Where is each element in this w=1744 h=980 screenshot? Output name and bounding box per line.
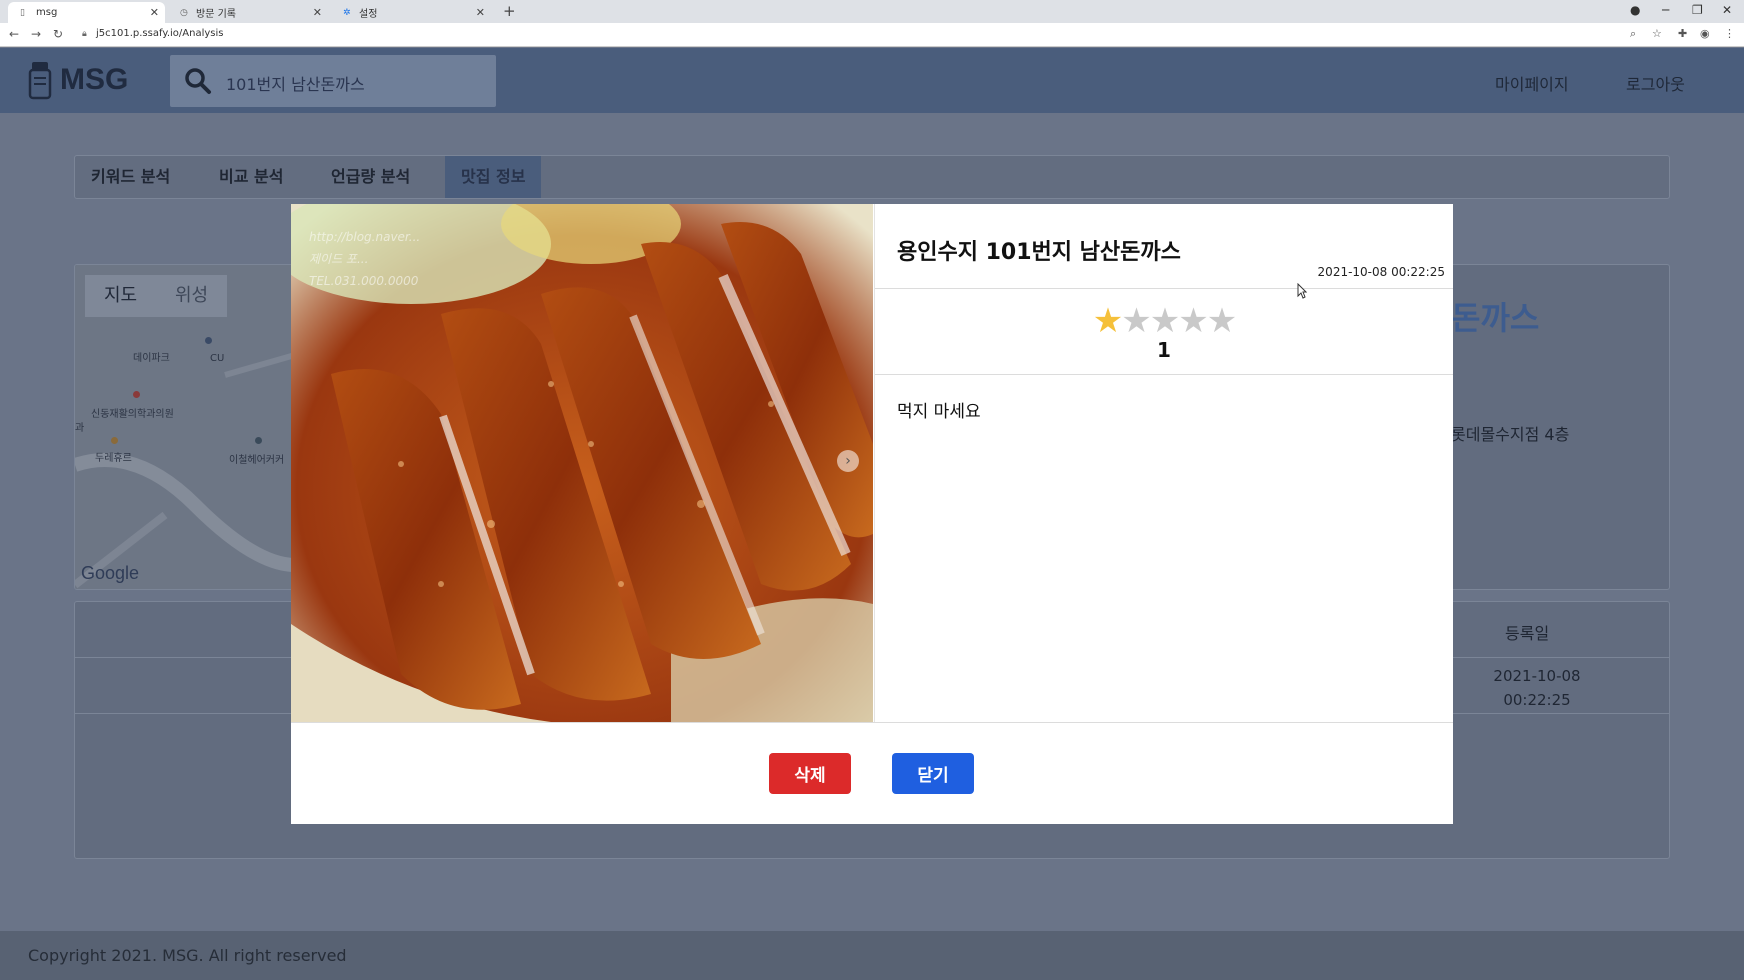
star-empty-icon: ★ [1149, 301, 1181, 341]
menu-kebab-icon[interactable]: ⋮ [1724, 27, 1735, 40]
map-place-label: CU [210, 353, 225, 364]
extensions-puzzle-icon[interactable]: ✚ [1678, 27, 1687, 40]
settings-gear-icon: ✲ [343, 7, 351, 18]
divider [875, 288, 1453, 289]
bookmark-star-icon[interactable]: ☆ [1652, 27, 1662, 40]
mouse-cursor-icon [1297, 283, 1307, 299]
hospital-marker-icon [133, 391, 140, 398]
map-place-label: 두레휴르 [95, 453, 132, 464]
review-time: 00:22:25 [1503, 691, 1571, 709]
close-tab-icon[interactable]: ✕ [313, 6, 322, 19]
address-bar: ← → ↻ 🔒︎ j5c101.p.ssafy.io/Analysis ⌕ ☆ … [0, 23, 1744, 47]
map-place-label: 신동재활의학과의원 [91, 409, 174, 420]
satellite-view-button[interactable]: 위성 [156, 275, 227, 317]
map[interactable]: 지도 위성 데이파크 CU 신동재활의학과의원 과 두레휴르 이철헤어커커 Go… [75, 265, 295, 589]
photo-watermark: http://blog.naver... 제이드 포... TEL.031.00… [309, 226, 420, 292]
review-date: 2021-10-08 [1493, 667, 1581, 685]
profile-circle-icon[interactable]: ● [1630, 3, 1640, 17]
close-tab-icon[interactable]: ✕ [476, 6, 485, 19]
lock-icon: 🔒︎ [82, 29, 87, 39]
star-rating: ★★★★★ [875, 301, 1453, 341]
review-detail-panel: 용인수지 101번지 남산돈까스 2021-10-08 00:22:25 ★★★… [874, 204, 1453, 722]
review-date-cell: 2021-10-08 00:22:25 [1487, 664, 1587, 712]
search-icon[interactable] [184, 67, 212, 95]
tab-restaurant-info[interactable]: 맛집 정보 [445, 156, 542, 198]
watermark-line: 제이드 포... [309, 252, 369, 266]
divider [291, 722, 1453, 723]
rating-value: 1 [1157, 338, 1171, 362]
analysis-tabs: 키워드 분석 비교 분석 언급량 분석 맛집 정보 [74, 155, 1670, 199]
watermark-line: http://blog.naver... [309, 230, 421, 244]
watermark-line: TEL.031.000.0000 [309, 274, 419, 288]
logout-link[interactable]: 로그아웃 [1626, 71, 1685, 95]
place-marker-icon [255, 437, 262, 444]
close-tab-icon[interactable]: ✕ [150, 6, 159, 19]
review-content: 먹지 마세요 [897, 402, 981, 422]
browser-tab-title: 설정 [359, 9, 378, 20]
star-empty-icon: ★ [1178, 301, 1209, 341]
tab-compare-analysis[interactable]: 비교 분석 [203, 156, 299, 198]
search-box[interactable]: 101번지 남산돈까스 [170, 55, 496, 107]
browser-tab-history[interactable]: ◷ 방문 기록 ✕ [168, 2, 328, 23]
map-place-label: 과 [75, 423, 85, 434]
google-logo: Google [81, 563, 140, 583]
divider [875, 374, 1453, 375]
history-icon: ◷ [180, 7, 188, 18]
star-filled-icon: ★ [1092, 301, 1124, 341]
footer: Copyright 2021. MSG. All right reserved [0, 931, 1744, 980]
salt-shaker-logo-icon [28, 62, 52, 100]
mypage-link[interactable]: 마이페이지 [1495, 71, 1569, 95]
copyright-text: Copyright 2021. MSG. All right reserved [28, 946, 347, 965]
msg-favicon-icon: ▯ [20, 7, 25, 18]
back-arrow-icon[interactable]: ← [9, 27, 19, 41]
store-name-heading: 돈까스 [1451, 299, 1540, 337]
cart-marker-icon [205, 337, 212, 344]
browser-tab-msg[interactable]: ▯ msg ✕ [8, 2, 165, 23]
account-icon[interactable]: ◉ [1700, 27, 1710, 40]
review-detail-modal: http://blog.naver... 제이드 포... TEL.031.00… [291, 204, 1453, 824]
map-place-label: 데이파크 [133, 353, 170, 364]
app-header: MSG 101번지 남산돈까스 마이페이지 로그아웃 [0, 48, 1744, 113]
map-type-toggle: 지도 위성 [85, 275, 227, 317]
close-button[interactable]: 닫기 [892, 753, 974, 794]
store-address: 롯데몰수지점 4층 [1451, 425, 1570, 444]
tab-mention-analysis[interactable]: 언급량 분석 [315, 156, 426, 198]
date-column-header: 등록일 [1505, 624, 1550, 643]
url-field[interactable]: j5c101.p.ssafy.io/Analysis [96, 28, 223, 39]
tab-keyword-analysis[interactable]: 키워드 분석 [75, 156, 186, 198]
reload-icon[interactable]: ↻ [53, 27, 63, 41]
delete-button[interactable]: 삭제 [769, 753, 851, 794]
forward-arrow-icon[interactable]: → [31, 27, 41, 41]
place-marker-icon [111, 437, 118, 444]
search-input[interactable]: 101번지 남산돈까스 [226, 71, 365, 95]
modal-review-date: 2021-10-08 00:22:25 [1317, 265, 1445, 279]
browser-tab-title: 방문 기록 [196, 9, 236, 20]
browser-tab-title: msg [36, 7, 58, 18]
browser-tab-bar: ▯ msg ✕ ◷ 방문 기록 ✕ ✲ 설정 ✕ + ● ─ ❐ ✕ [0, 0, 1744, 23]
logo-text[interactable]: MSG [60, 63, 128, 97]
new-tab-icon[interactable]: + [503, 2, 516, 20]
restore-icon[interactable]: ❐ [1692, 3, 1703, 17]
review-photo: http://blog.naver... 제이드 포... TEL.031.00… [291, 204, 873, 722]
star-empty-icon: ★ [1206, 301, 1238, 341]
next-photo-chevron-icon[interactable]: › [837, 450, 859, 472]
zoom-icon[interactable]: ⌕ [1630, 27, 1636, 41]
window-close-icon[interactable]: ✕ [1722, 3, 1732, 17]
modal-store-title: 용인수지 101번지 남산돈까스 [897, 240, 1181, 265]
star-empty-icon: ★ [1121, 301, 1152, 341]
map-view-button[interactable]: 지도 [85, 275, 156, 317]
browser-tab-settings[interactable]: ✲ 설정 ✕ [331, 2, 491, 23]
minimize-icon[interactable]: ─ [1662, 3, 1669, 17]
map-place-label: 이철헤어커커 [229, 455, 285, 466]
